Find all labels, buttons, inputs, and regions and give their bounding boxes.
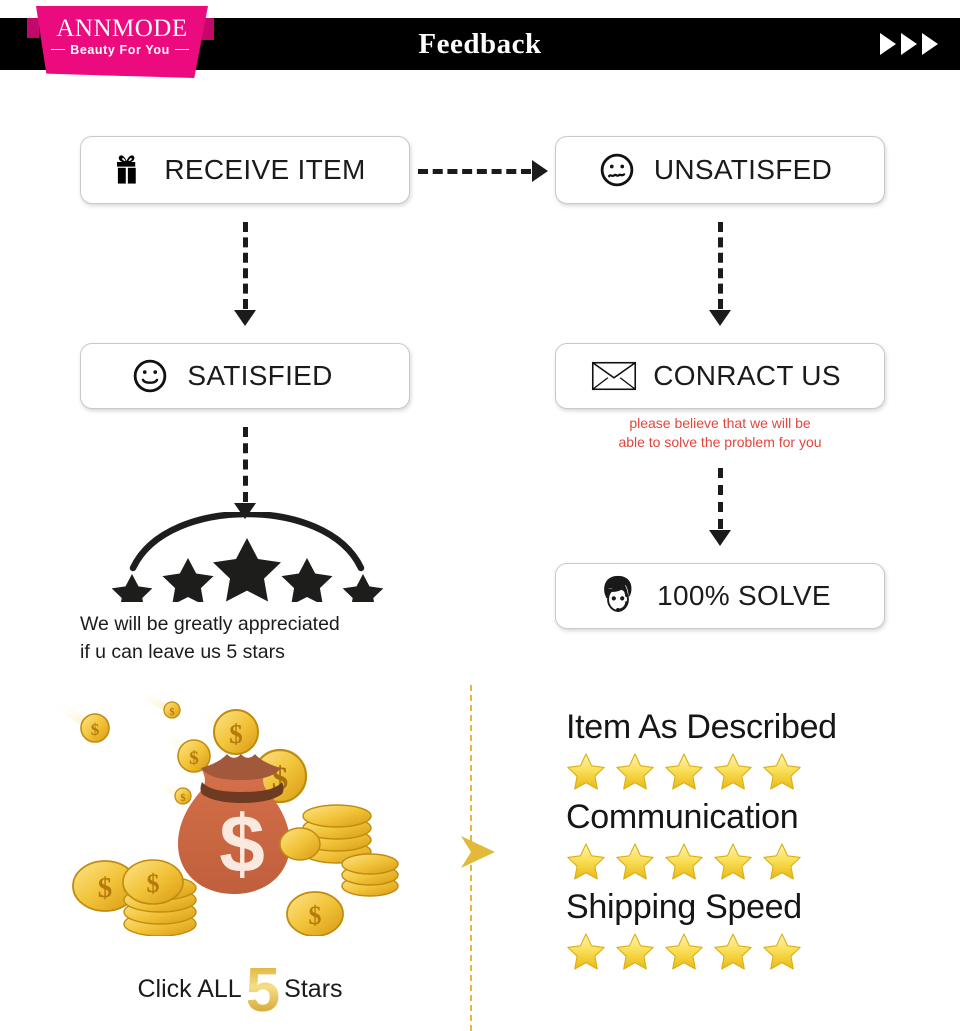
svg-text:$: $ [189,748,199,769]
svg-text:$: $ [91,720,100,739]
click-all-number: 5 [242,956,284,1025]
appreciation-line-2: if u can leave us 5 stars [80,641,285,663]
rating-row: Communication [566,795,936,881]
envelope-icon [591,359,637,393]
appreciation-text: We will be greatly appreciated if u can … [80,610,420,666]
rating-label-shipping-speed: Shipping Speed [566,888,802,926]
gold-star-icon[interactable] [615,841,655,881]
tagline-dash-left [51,48,66,50]
gold-star-icon[interactable] [566,841,606,881]
rating-label-communication: Communication [566,798,799,836]
flow-box-receive-item[interactable]: RECEIVE ITEM [80,136,410,204]
arrow-head-right-gold-icon [455,832,499,872]
triangle-right-icon [880,33,896,55]
gold-star-icon[interactable] [615,751,655,791]
rating-stars-communication[interactable] [566,841,936,881]
brand-name: ANNMODE [56,15,188,42]
arrow-contact-to-solve [709,468,731,546]
svg-text:$: $ [219,799,265,890]
flow-box-100-percent-solve[interactable]: 100% SOLVE [555,563,885,629]
gold-star-icon[interactable] [664,751,704,791]
rating-row: Item As Described [566,705,936,791]
arrow-line [242,222,248,309]
rating-row: Shipping Speed [566,885,936,971]
arrow-satisfied-to-stars [234,427,256,519]
flow-box-satisfied-label: SATISFIED [187,360,333,391]
money-bag-illustration: $ $ $ $ $ $ $ $ $ $ [55,686,405,937]
gold-star-icon[interactable] [762,931,802,971]
ratings-list: Item As Described Communication Shipping… [566,705,936,975]
flow-box-satisfied[interactable]: SATISFIED [80,343,410,409]
gold-star-icon[interactable] [762,841,802,881]
gold-star-icon[interactable] [566,751,606,791]
click-all-suffix: Stars [284,975,343,1003]
arrow-line [717,222,723,309]
arrow-line [242,427,248,502]
gold-star-icon[interactable] [762,751,802,791]
triangle-right-icon [922,33,938,55]
contact-note: please believe that we will be able to s… [555,414,885,452]
svg-text:$: $ [309,901,322,930]
svg-text:$: $ [147,869,160,898]
gold-star-icon[interactable] [713,841,753,881]
gold-star-icon[interactable] [664,841,704,881]
gold-star-icon[interactable] [713,751,753,791]
arrow-line [717,468,723,529]
flow-box-receive-item-label: RECEIVE ITEM [164,154,366,185]
gold-star-icon[interactable] [566,931,606,971]
sad-face-icon [596,149,638,191]
svg-text:$: $ [229,719,243,749]
tagline-dash-right [174,48,189,50]
header-arrow-group [880,18,938,70]
rating-stars-item-as-described[interactable] [566,751,936,791]
arrow-head-down-icon [709,530,731,546]
svg-text:$: $ [98,872,113,904]
brand-tagline: Beauty For You [34,43,206,57]
contact-note-line-2: able to solve the problem for you [618,434,822,450]
flow-box-unsatisfied-label: UNSATISFED [653,154,833,185]
click-all-prefix: Click ALL [137,975,242,1003]
arrow-head-right-icon [532,160,548,182]
gold-star-icon[interactable] [615,931,655,971]
arrow-head-down-icon [709,310,731,326]
support-agent-icon [595,574,641,618]
rating-label-item-as-described: Item As Described [566,708,837,746]
appreciation-line-1: We will be greatly appreciated [80,613,340,635]
rating-stars-shipping-speed[interactable] [566,931,936,971]
click-all-stars-caption: Click ALL5 Stars [70,955,410,1026]
five-star-arc-graphic [105,510,390,612]
flow-box-contact-us[interactable]: CONRACT US [555,343,885,409]
arrow-line [418,168,531,174]
arrow-head-down-icon [234,310,256,326]
flow-box-unsatisfied[interactable]: UNSATISFED [555,136,885,204]
svg-text:$: $ [181,793,186,804]
tagline-text: Beauty For You [70,43,170,57]
gift-icon [106,149,148,191]
flow-box-100-percent-solve-label: 100% SOLVE [657,580,831,611]
gold-star-icon[interactable] [664,931,704,971]
arrow-receive-to-unsatisfied [418,160,548,182]
triangle-right-icon [901,33,917,55]
feedback-page: Feedback ANNMODE Beauty For You RECEIVE … [0,0,960,1031]
flow-box-contact-us-label: CONRACT US [653,360,841,391]
svg-text:$: $ [170,707,175,718]
arrow-unsatisfied-to-contact [709,222,731,326]
arrow-receive-to-satisfied [234,222,256,326]
gold-star-icon[interactable] [713,931,753,971]
contact-note-line-1: please believe that we will be [629,415,811,431]
happy-face-icon [129,355,171,397]
